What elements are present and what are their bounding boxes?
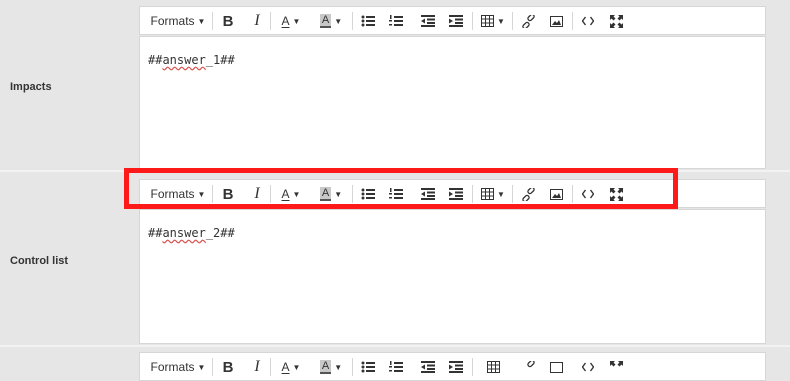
italic-button[interactable]: I (247, 7, 267, 35)
chevron-down-icon: ▼ (334, 362, 343, 372)
link-button[interactable] (518, 7, 538, 35)
bullet-list-button[interactable] (358, 353, 378, 381)
image-button[interactable] (546, 353, 566, 381)
link-button[interactable] (518, 353, 538, 381)
chevron-down-icon: ▼ (292, 362, 301, 372)
fullscreen-icon (609, 360, 623, 366)
control-list-editor-content[interactable]: ##answer_2## (139, 209, 766, 344)
table-icon (481, 15, 495, 27)
toolbar-divider (472, 12, 473, 30)
numbered-list-button[interactable] (386, 353, 406, 381)
chevron-down-icon: ▼ (334, 16, 343, 26)
toolbar-divider (472, 358, 473, 376)
italic-icon: I (254, 12, 260, 29)
background-color-icon: A (319, 360, 332, 374)
bullet-list-icon (361, 361, 375, 373)
formats-label: Formats (150, 14, 195, 28)
formats-label: Formats (150, 360, 195, 374)
fullscreen-button[interactable] (606, 353, 626, 381)
editor-text: ##answer_1## (148, 53, 235, 67)
toolbar-divider (572, 12, 573, 30)
image-button[interactable] (546, 7, 566, 35)
numbered-list-icon (389, 361, 403, 372)
bold-button[interactable]: B (218, 7, 238, 35)
row-divider (0, 345, 790, 347)
indent-button[interactable] (446, 7, 466, 35)
italic-button[interactable]: I (247, 353, 267, 381)
toolbar-divider (352, 358, 353, 376)
formats-dropdown[interactable]: Formats ▼ (148, 353, 208, 381)
numbered-list-button[interactable] (386, 7, 406, 35)
chevron-down-icon: ▼ (292, 16, 301, 26)
impacts-label: Impacts (10, 81, 52, 93)
background-color-icon: A (319, 14, 332, 28)
text-color-button[interactable]: A ▼ (276, 353, 306, 381)
code-button[interactable] (578, 7, 598, 35)
fullscreen-button[interactable] (606, 7, 626, 35)
toolbar-divider (270, 358, 271, 376)
code-icon (582, 16, 594, 26)
indent-button[interactable] (446, 353, 466, 381)
editor-text: ##answer_2## (148, 226, 235, 240)
indent-icon (449, 361, 463, 373)
impacts-editor-content[interactable]: ##answer_1## (139, 36, 766, 169)
toolbar-divider (212, 12, 213, 30)
text-color-button[interactable]: A ▼ (276, 7, 306, 35)
fullscreen-icon (609, 14, 623, 28)
bold-icon: B (222, 12, 234, 30)
code-button[interactable] (578, 353, 598, 381)
bold-button[interactable]: B (218, 353, 238, 381)
code-icon (582, 362, 594, 372)
editor-toolbar: Formats ▼ B I A ▼ A ▼ ▼ (139, 6, 766, 35)
text-color-icon: A (281, 360, 290, 374)
toolbar-divider (512, 12, 513, 30)
outdent-icon (421, 361, 435, 373)
formats-dropdown[interactable]: Formats ▼ (148, 7, 208, 35)
background-color-button[interactable]: A ▼ (314, 353, 348, 381)
toolbar-divider (352, 12, 353, 30)
text-color-icon: A (281, 14, 290, 28)
table-button[interactable]: ▼ (478, 7, 508, 35)
numbered-list-icon (389, 15, 403, 26)
outdent-button[interactable] (418, 353, 438, 381)
italic-icon: I (254, 358, 260, 375)
image-icon (549, 361, 563, 373)
bullet-list-button[interactable] (358, 7, 378, 35)
chevron-down-icon: ▼ (497, 16, 505, 26)
bold-icon: B (222, 358, 234, 376)
table-button[interactable] (478, 353, 508, 381)
control-list-label: Control list (10, 255, 69, 267)
link-icon (521, 14, 535, 28)
outdent-icon (421, 15, 435, 27)
highlight-box (124, 168, 678, 209)
bullet-list-icon (361, 15, 375, 27)
link-icon (526, 360, 535, 367)
indent-icon (449, 15, 463, 27)
background-color-button[interactable]: A ▼ (314, 7, 348, 35)
table-icon (486, 361, 500, 373)
chevron-down-icon: ▼ (197, 362, 206, 372)
toolbar-divider (212, 358, 213, 376)
chevron-down-icon: ▼ (197, 16, 206, 26)
outdent-button[interactable] (418, 7, 438, 35)
toolbar-divider (270, 12, 271, 30)
image-icon (549, 15, 563, 27)
